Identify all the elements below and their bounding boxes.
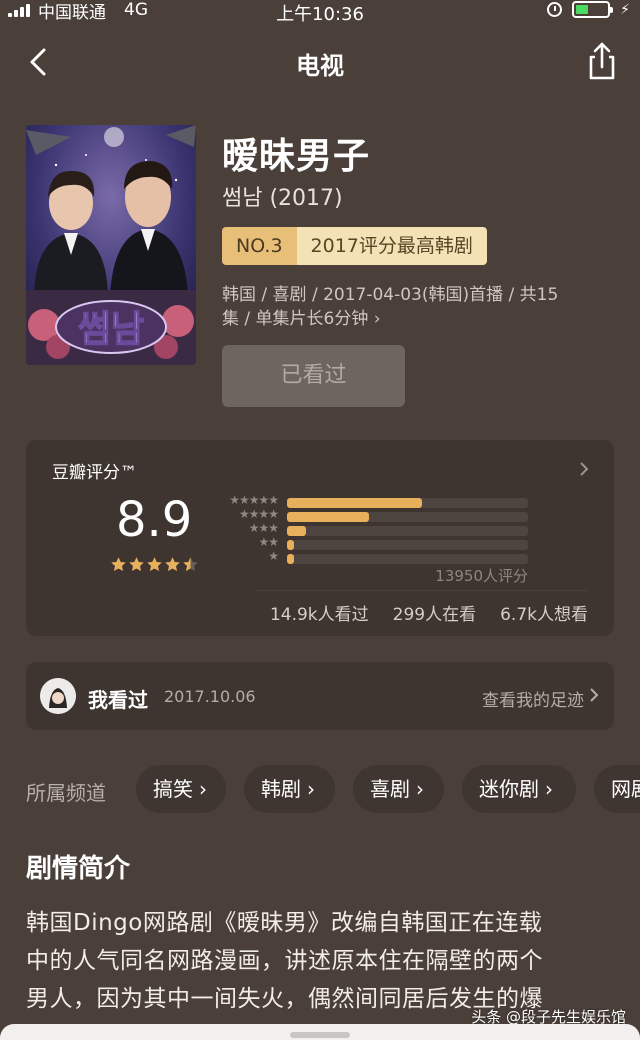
channel-chip[interactable]: 韩剧 › [244, 765, 335, 813]
meta-line-1: 韩国 / 喜剧 / 2017-04-03(韩国)首播 / 共15 [222, 285, 559, 305]
channels-label: 所属频道 [26, 781, 106, 805]
star-icon: ★★★★ [238, 507, 279, 521]
svg-text:썸남: 썸남 [78, 309, 144, 350]
status-time: 上午10:36 [276, 4, 364, 25]
star-icon: ★★ [258, 535, 278, 549]
star-icon [147, 557, 162, 572]
rank-badge[interactable]: NO.3 2017评分最高韩剧 [222, 227, 487, 265]
chevron-right-icon [580, 462, 589, 476]
page-title: 电视 [296, 52, 344, 80]
star-icon [129, 557, 144, 572]
stat-watched[interactable]: 14.9k人看过 [270, 600, 369, 625]
charging-icon: ⚡ [620, 1, 630, 18]
meta-line-2: 集 / 单集片长6分钟 › [222, 309, 381, 329]
rating-card[interactable]: 豆瓣评分™ 8.9 ★★★★★ ★★★★ ★★★ ★★ ★ 13950人评分 14.9k… [26, 440, 614, 636]
divider [256, 590, 588, 591]
rank-text: 2017评分最高韩剧 [296, 227, 487, 265]
nav-bar: 电视 [0, 34, 640, 90]
bottom-sheet[interactable] [0, 1024, 640, 1040]
rating-stars [110, 556, 199, 573]
channel-chip[interactable]: 网剧 [594, 765, 640, 813]
share-icon [589, 42, 615, 80]
rating-label: 豆瓣评分™ [52, 463, 137, 483]
chevron-right-icon: › [199, 777, 207, 801]
star-icon [111, 557, 126, 572]
rating-bar-fill [287, 540, 295, 550]
show-subtitle: 썸남 (2017) [222, 186, 343, 211]
rating-bar-track [287, 498, 528, 508]
my-record-label: 我看过 [88, 688, 148, 712]
rating-bar-fill [287, 512, 369, 522]
rank-number: NO.3 [222, 227, 297, 265]
rating-bar-track [287, 526, 528, 536]
rating-bar-row: ★ [218, 549, 558, 565]
rating-count: 13950人评分 [435, 567, 528, 585]
channel-chip[interactable]: 迷你剧 › [462, 765, 576, 813]
sheet-handle[interactable] [290, 1032, 350, 1038]
synopsis-title: 剧情简介 [26, 854, 131, 884]
rating-bar-fill [287, 554, 295, 564]
star-icon: ★★★★★ [229, 493, 279, 507]
alarm-icon [547, 2, 563, 17]
status-bar: 中国联通 4G 上午10:36 ⚡ [0, 0, 640, 25]
synopsis-line: 韩国Dingo网路剧《暧昧男》改编自韩国正在连载 [26, 910, 543, 936]
rating-bar-fill [287, 498, 422, 508]
chevron-right-icon [590, 688, 599, 702]
star-icon: ★★★ [248, 521, 279, 535]
stat-want[interactable]: 6.7k人想看 [500, 600, 588, 625]
show-meta[interactable]: 韩国 / 喜剧 / 2017-04-03(韩国)首播 / 共15 集 / 单集片… [222, 283, 602, 331]
rating-bar-fill [287, 526, 307, 536]
rating-bar-track [287, 554, 528, 564]
rating-bar-track [287, 512, 528, 522]
poster-artwork: 썸남 [26, 125, 196, 365]
chevron-right-icon: › [307, 777, 315, 801]
channel-chip[interactable]: 搞笑 › [136, 765, 226, 813]
star-icon: ★ [268, 549, 279, 563]
rating-distribution: ★★★★★ ★★★★ ★★★ ★★ ★ [218, 493, 558, 566]
chevron-right-icon: › [416, 777, 424, 801]
chevron-right-icon: › [373, 309, 381, 329]
rating-bar-track [287, 540, 528, 550]
my-record-date: 2017.10.06 [164, 687, 256, 706]
watched-button[interactable]: 已看过 [222, 345, 405, 407]
chevron-right-icon: › [545, 777, 553, 801]
status-right: ⚡ [547, 1, 630, 18]
synopsis-line: 中的人气同名网路漫画，讲述原本住在隔壁的两个 [26, 948, 543, 974]
share-button[interactable] [582, 40, 622, 82]
rating-score: 8.9 [116, 492, 193, 548]
star-icon [183, 557, 198, 572]
poster-image[interactable]: 썸남 [26, 125, 196, 365]
show-title: 暧昧男子 [222, 136, 371, 177]
stat-watching[interactable]: 299人在看 [393, 600, 476, 625]
view-footprint-link[interactable]: 查看我的足迹 [482, 686, 584, 711]
star-icon [165, 557, 180, 572]
channel-chip[interactable]: 喜剧 › [353, 765, 444, 813]
battery-icon [572, 1, 614, 18]
rating-stats: 14.9k人看过 299人在看 6.7k人想看 [270, 600, 588, 625]
avatar[interactable] [40, 678, 76, 714]
my-record-card[interactable]: 我看过 2017.10.06 查看我的足迹 [26, 662, 614, 730]
movie-detail-page: 中国联通 4G 上午10:36 ⚡ 电视 썸남 暧昧男子 썸남 (2017) N… [0, 0, 640, 1040]
